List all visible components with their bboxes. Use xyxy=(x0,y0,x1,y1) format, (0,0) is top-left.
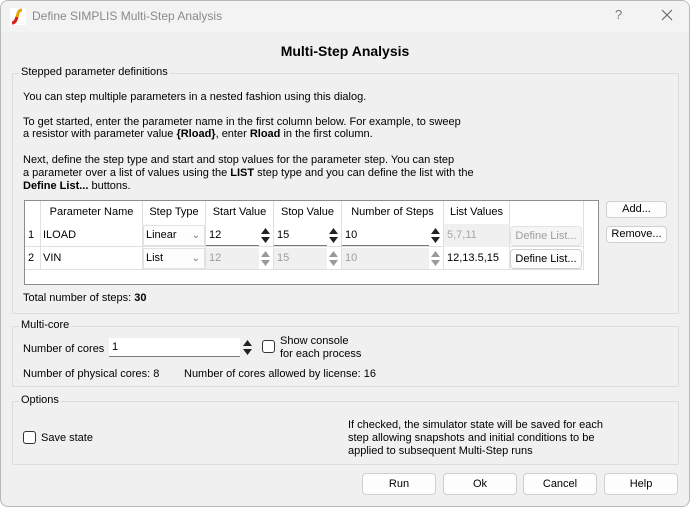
step-type-value: List xyxy=(146,252,164,264)
license-cores-text: Number of cores allowed by license: 16 xyxy=(184,368,376,380)
add-parameter-button[interactable]: Add... xyxy=(606,201,667,218)
group-label: Options xyxy=(19,394,61,406)
chevron-down-icon: ⌄ xyxy=(191,253,200,264)
instructions-line-4: a parameter over a list of values using … xyxy=(23,167,474,180)
ok-button[interactable]: Ok xyxy=(443,473,517,495)
remove-parameter-button[interactable]: Remove... xyxy=(606,226,667,243)
save-state-description-line-3: applied to subsequent Multi-Step runs xyxy=(348,445,533,457)
row-index: 1 xyxy=(28,229,35,241)
instructions-line-2: a resistor with parameter value {Rload},… xyxy=(23,128,373,141)
define-list-button[interactable]: Define List... xyxy=(510,226,582,246)
text-part: a parameter over a list of values using … xyxy=(23,167,231,179)
number-of-cores-label: Number of cores xyxy=(23,343,105,355)
number-of-steps-spinner-icon[interactable] xyxy=(430,249,441,268)
text-bold: Define List... xyxy=(23,180,89,192)
save-state-checkbox[interactable] xyxy=(23,431,36,444)
help-icon[interactable]: ? xyxy=(615,7,622,22)
parameter-table: Parameter Name Step Type Start Value Sto… xyxy=(24,200,599,285)
number-of-cores-spinner-icon[interactable] xyxy=(242,338,253,357)
physical-cores-text: Number of physical cores: 8 xyxy=(23,368,160,380)
step-type-select[interactable]: Linear ⌄ xyxy=(143,225,205,246)
chevron-down-icon: ⌄ xyxy=(191,230,200,241)
column-header-start-value[interactable]: Start Value xyxy=(206,201,273,224)
list-values-cell[interactable]: 12,13.5,15 xyxy=(447,247,509,270)
save-state-description-line-1: If checked, the simulator state will be … xyxy=(348,419,603,431)
run-button[interactable]: Run xyxy=(362,473,436,495)
column-header-parameter-name[interactable]: Parameter Name xyxy=(41,201,142,224)
number-of-steps-spinner-icon[interactable] xyxy=(430,226,441,245)
stop-value-input[interactable]: 15 xyxy=(274,225,327,246)
number-of-steps-input[interactable]: 10 xyxy=(342,248,429,269)
number-of-cores-input[interactable]: 1 xyxy=(109,338,240,357)
text-part: a resistor with parameter value xyxy=(23,128,177,140)
instructions-line-5: Define List... buttons. xyxy=(23,180,131,193)
show-console-label-line-2: for each process xyxy=(280,348,362,360)
start-value-spinner-icon[interactable] xyxy=(260,249,271,268)
instructions-line-3: Next, define the step type and start and… xyxy=(23,154,455,166)
show-console-checkbox[interactable] xyxy=(262,340,275,353)
step-type-value: Linear xyxy=(146,229,177,241)
start-value-spinner-icon[interactable] xyxy=(260,226,271,245)
number-of-steps-input[interactable]: 10 xyxy=(342,225,429,246)
dialog-heading: Multi-Step Analysis xyxy=(280,43,410,59)
column-header-stop-value[interactable]: Stop Value xyxy=(274,201,341,224)
parameter-name-cell[interactable]: ILOAD xyxy=(43,224,141,247)
text-bold: {Rload} xyxy=(176,128,216,140)
save-state-description-line-2: step allowing snapshots and initial cond… xyxy=(348,432,595,444)
column-header-number-of-steps[interactable]: Number of Steps xyxy=(342,201,443,224)
column-header-step-type[interactable]: Step Type xyxy=(143,201,205,224)
text-part: buttons. xyxy=(88,180,131,192)
group-label: Stepped parameter definitions xyxy=(19,66,170,78)
stop-value-spinner-icon[interactable] xyxy=(328,249,339,268)
window-title: Define SIMPLIS Multi-Step Analysis xyxy=(32,9,223,23)
start-value-input[interactable]: 12 xyxy=(206,248,259,269)
text-part: step type and you can define the list wi… xyxy=(254,167,474,179)
group-label: Multi-core xyxy=(19,319,72,331)
total-steps-value: 30 xyxy=(134,292,147,304)
save-state-label: Save state xyxy=(41,432,93,444)
parameter-name-cell[interactable]: VIN xyxy=(43,247,141,270)
close-icon[interactable] xyxy=(656,4,678,26)
define-list-button[interactable]: Define List... xyxy=(510,249,582,269)
step-type-select[interactable]: List ⌄ xyxy=(143,248,205,269)
cancel-button[interactable]: Cancel xyxy=(523,473,597,495)
stop-value-input[interactable]: 15 xyxy=(274,248,327,269)
simplis-logo-icon xyxy=(10,8,26,25)
start-value-input[interactable]: 12 xyxy=(206,225,259,246)
column-header-list-values[interactable]: List Values xyxy=(444,201,509,224)
total-steps-text: Total number of steps: 30 xyxy=(23,292,147,305)
dialog-window: Define SIMPLIS Multi-Step Analysis ? Mul… xyxy=(0,0,690,507)
text-bold: Rload xyxy=(249,128,281,140)
show-console-label-line-1: Show console xyxy=(280,335,349,347)
list-values-cell: 5,7,11 xyxy=(444,224,509,247)
intro-text: You can step multiple parameters in a ne… xyxy=(23,91,367,103)
text-bold: LIST xyxy=(230,167,255,179)
title-bar: Define SIMPLIS Multi-Step Analysis ? xyxy=(1,1,689,32)
row-index: 2 xyxy=(28,252,35,264)
text-part: in the first column. xyxy=(280,128,373,140)
text-part: , enter xyxy=(215,128,250,140)
help-button[interactable]: Help xyxy=(604,473,678,495)
stop-value-spinner-icon[interactable] xyxy=(328,226,339,245)
total-steps-label: Total number of steps: xyxy=(23,292,135,304)
